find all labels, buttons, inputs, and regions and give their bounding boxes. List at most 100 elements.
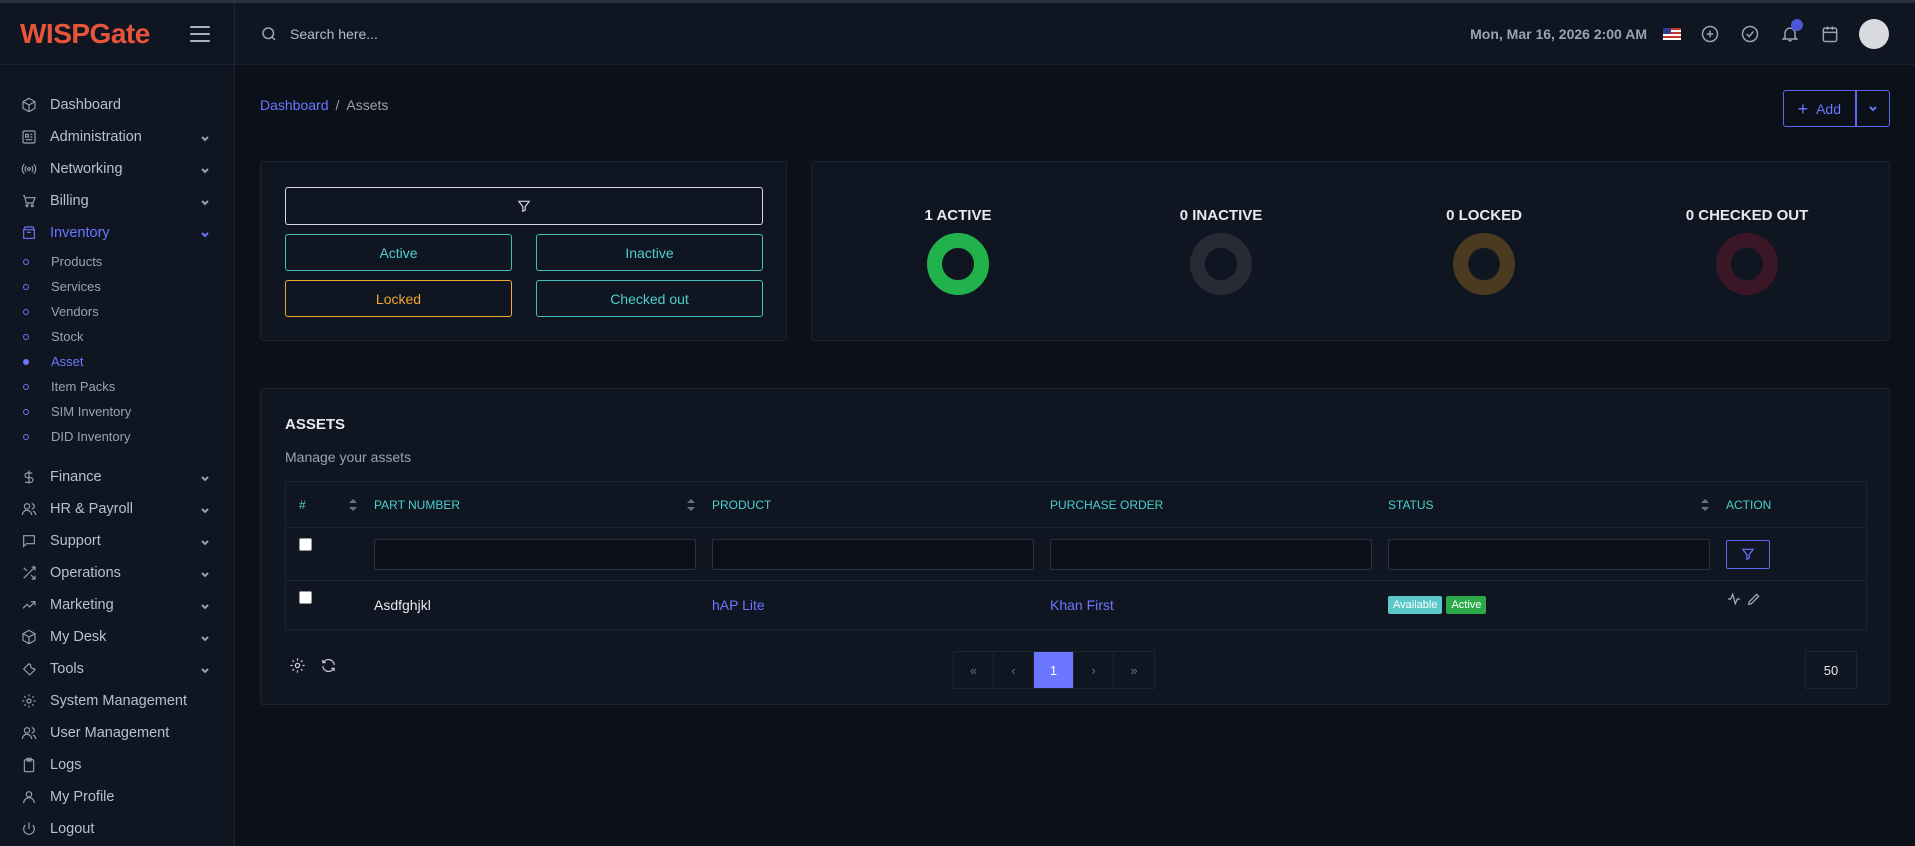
- sidebar-item-tools[interactable]: Tools: [0, 653, 234, 685]
- gear-icon: [20, 692, 38, 710]
- sidebar-item-billing[interactable]: Billing: [0, 185, 234, 217]
- sort-icon: [687, 498, 695, 511]
- filter-cell-part: [361, 528, 699, 580]
- column-header-status[interactable]: STATUS: [1375, 482, 1713, 527]
- page-next-button[interactable]: ›: [1074, 652, 1114, 688]
- filter-cell-po: [1037, 528, 1375, 580]
- chevron-down-icon: [200, 632, 210, 642]
- bullet-icon: [23, 358, 29, 365]
- calendar-icon[interactable]: [1819, 23, 1841, 45]
- part-number-filter-input[interactable]: [374, 538, 696, 570]
- sidebar-nav: Dashboard Administration Networking Bill…: [0, 65, 234, 845]
- us-flag-icon[interactable]: [1663, 27, 1681, 40]
- sidebar-item-marketing[interactable]: Marketing: [0, 589, 234, 621]
- stat-ring: [1453, 233, 1515, 295]
- purchase-order-link[interactable]: Khan First: [1050, 597, 1114, 613]
- purchase-order-filter-input[interactable]: [1050, 538, 1372, 570]
- submenu-item-services[interactable]: Services: [0, 274, 234, 299]
- sidebar-item-system-management[interactable]: System Management: [0, 685, 234, 717]
- breadcrumb-current: Assets: [346, 97, 389, 113]
- table-filter-row: [286, 528, 1866, 581]
- edit-icon[interactable]: [1746, 591, 1762, 607]
- sidebar-item-inventory[interactable]: Inventory: [0, 217, 234, 249]
- settings-gear-icon[interactable]: [289, 657, 306, 674]
- page-current-button[interactable]: 1: [1034, 652, 1074, 688]
- stat-locked: 0 LOCKED: [1384, 207, 1584, 295]
- cell-status: Available Active: [1375, 581, 1713, 629]
- search-input[interactable]: [290, 25, 590, 42]
- brand-logo[interactable]: WISPGate: [20, 18, 150, 50]
- sidebar-item-dashboard[interactable]: Dashboard: [0, 89, 234, 121]
- notification-badge: [1791, 18, 1803, 31]
- sidebar-item-administration[interactable]: Administration: [0, 121, 234, 153]
- check-circle-icon[interactable]: [1739, 23, 1761, 45]
- pagination: « ‹ 1 › »: [953, 651, 1155, 689]
- sidebar-item-my-profile[interactable]: My Profile: [0, 781, 234, 813]
- submenu-item-sim-inventory[interactable]: SIM Inventory: [0, 399, 234, 424]
- activity-icon[interactable]: [1726, 591, 1742, 607]
- submenu-item-vendors[interactable]: Vendors: [0, 299, 234, 324]
- apply-filter-button[interactable]: [1726, 539, 1770, 569]
- sidebar-item-finance[interactable]: Finance: [0, 461, 234, 493]
- plus-circle-icon[interactable]: [1699, 23, 1721, 45]
- status-filter-input[interactable]: [1388, 538, 1710, 570]
- filter-all-button[interactable]: [285, 187, 763, 225]
- chevron-down-icon: [200, 132, 210, 142]
- submenu-item-products[interactable]: Products: [0, 249, 234, 274]
- page-size-select[interactable]: 50: [1805, 651, 1857, 689]
- sidebar-item-label: HR & Payroll: [50, 501, 133, 517]
- menu-toggle-icon[interactable]: [190, 25, 210, 42]
- filter-cell-product: [699, 528, 1037, 580]
- bullet-icon: [23, 308, 29, 315]
- add-button[interactable]: + Add: [1782, 90, 1856, 127]
- column-header-product[interactable]: PRODUCT: [699, 482, 1037, 527]
- submenu-item-label: DID Inventory: [51, 429, 131, 444]
- users-icon: [20, 724, 38, 742]
- sidebar-item-support[interactable]: Support: [0, 525, 234, 557]
- submenu-item-asset[interactable]: Asset: [0, 349, 234, 374]
- product-link[interactable]: hAP Lite: [712, 597, 765, 613]
- bell-icon[interactable]: [1779, 18, 1803, 45]
- sidebar-item-logout[interactable]: Logout: [0, 813, 234, 845]
- sidebar-item-networking[interactable]: Networking: [0, 153, 234, 185]
- sidebar-item-logs[interactable]: Logs: [0, 749, 234, 781]
- column-header-num[interactable]: #: [286, 482, 361, 527]
- refresh-icon[interactable]: [320, 657, 337, 674]
- page-first-button[interactable]: «: [954, 652, 994, 688]
- filter-inactive-button[interactable]: Inactive: [536, 234, 763, 271]
- avatar[interactable]: [1859, 18, 1889, 49]
- filter-active-button[interactable]: Active: [285, 234, 512, 271]
- submenu-item-item-packs[interactable]: Item Packs: [0, 374, 234, 399]
- sidebar-item-label: Billing: [50, 193, 89, 209]
- column-header-purchase-order[interactable]: PURCHASE ORDER: [1037, 482, 1375, 527]
- sidebar-item-hr-payroll[interactable]: HR & Payroll: [0, 493, 234, 525]
- filter-checked-out-button[interactable]: Checked out: [536, 280, 763, 317]
- sidebar-item-user-management[interactable]: User Management: [0, 717, 234, 749]
- submenu-item-label: Products: [51, 254, 103, 269]
- row-checkbox[interactable]: [299, 591, 312, 604]
- chat-icon: [20, 532, 38, 550]
- breadcrumb-home-link[interactable]: Dashboard: [260, 97, 329, 113]
- sidebar-item-label: My Profile: [50, 789, 115, 805]
- bullet-icon: [23, 333, 29, 340]
- table-header-row: # PART NUMBER PRODUCT PURCHASE ORDER STA…: [286, 482, 1866, 528]
- sidebar-item-label: Logout: [50, 821, 95, 837]
- filter-locked-button[interactable]: Locked: [285, 280, 512, 317]
- add-dropdown-button[interactable]: [1856, 90, 1890, 127]
- page-last-button[interactable]: »: [1114, 652, 1154, 688]
- column-header-action: ACTION: [1713, 482, 1866, 527]
- column-header-part-number[interactable]: PART NUMBER: [361, 482, 699, 527]
- submenu-item-label: SIM Inventory: [51, 404, 132, 419]
- select-all-checkbox[interactable]: [299, 538, 312, 551]
- product-filter-input[interactable]: [712, 538, 1034, 570]
- topbar: Mon, Mar 16, 2026 2:00 AM: [235, 3, 1915, 65]
- sidebar-item-my-desk[interactable]: My Desk: [0, 621, 234, 653]
- page-prev-button[interactable]: ‹: [994, 652, 1034, 688]
- submenu-item-label: Services: [51, 279, 101, 294]
- sidebar-item-operations[interactable]: Operations: [0, 557, 234, 589]
- stat-label: 0 LOCKED: [1446, 207, 1522, 224]
- submenu-item-stock[interactable]: Stock: [0, 324, 234, 349]
- sort-icon: [1701, 498, 1709, 511]
- stat-active: 1 ACTIVE: [858, 207, 1058, 295]
- submenu-item-did-inventory[interactable]: DID Inventory: [0, 424, 234, 449]
